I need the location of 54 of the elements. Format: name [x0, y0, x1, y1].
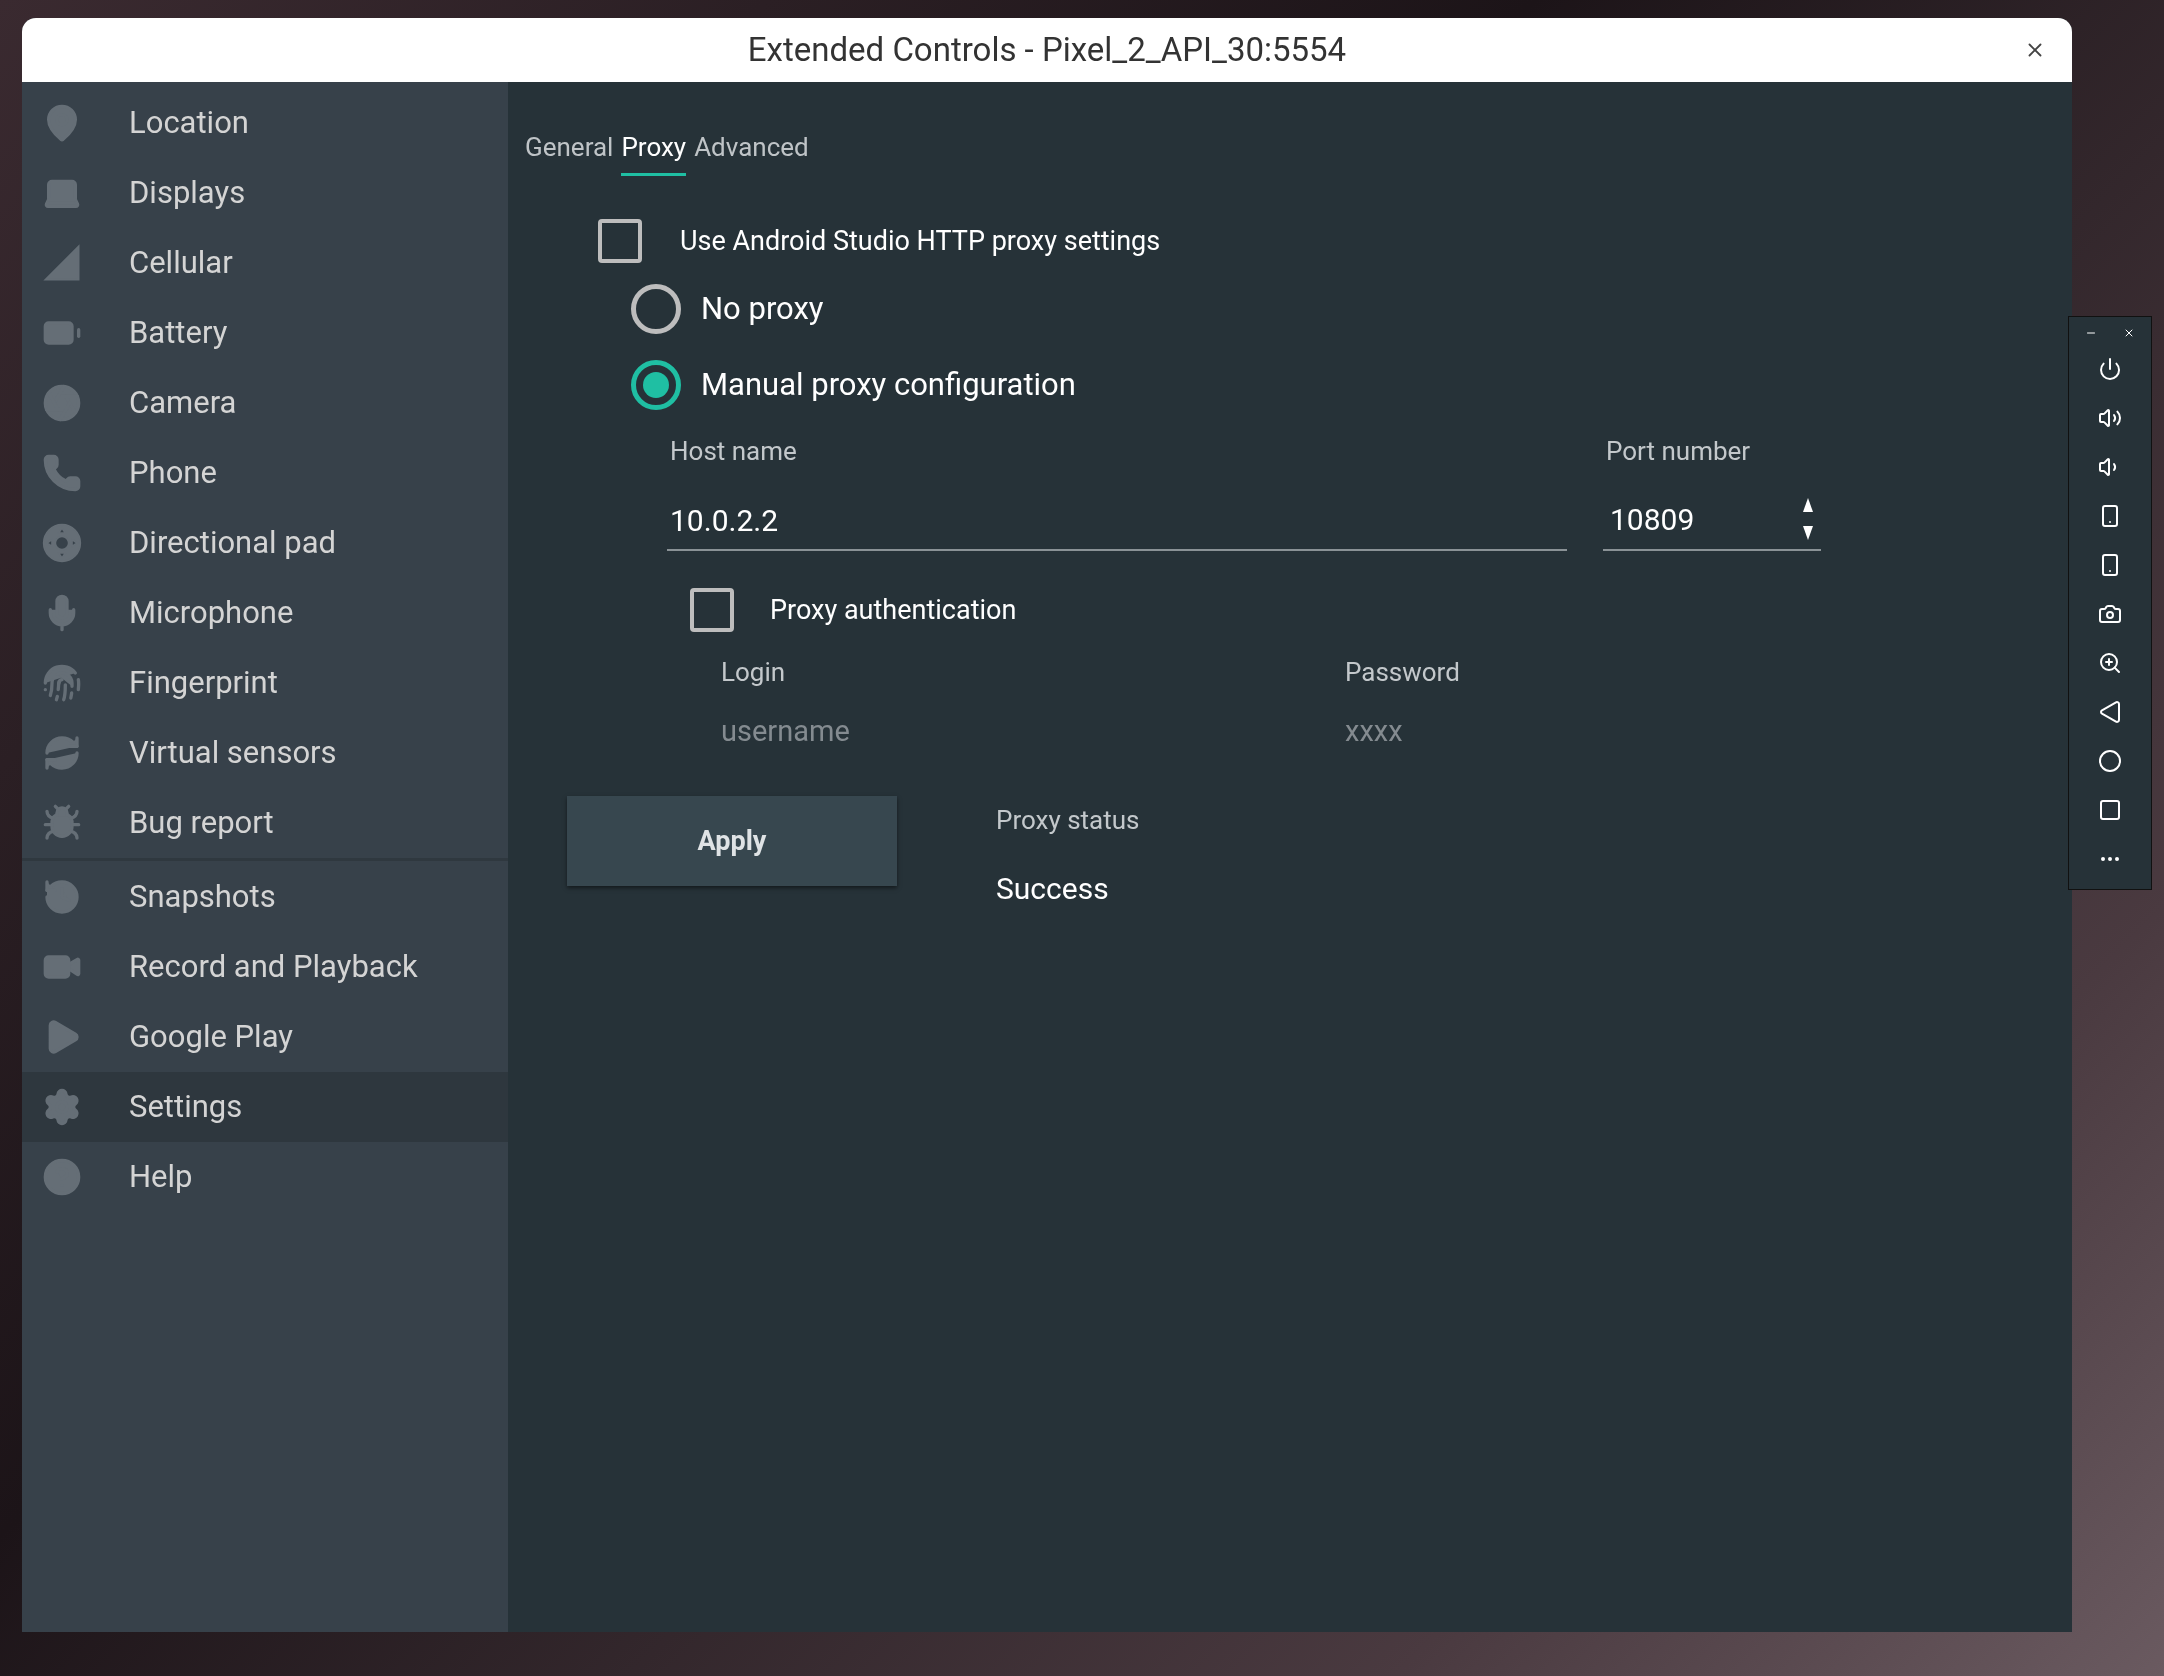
sidebar-item[interactable]: Camera — [22, 368, 508, 438]
rotate-icon — [42, 733, 82, 773]
home-icon[interactable] — [2098, 749, 2122, 773]
up-arrow-icon[interactable] — [1803, 498, 1813, 512]
checkbox[interactable] — [690, 588, 734, 632]
sidebar-item[interactable]: Virtual sensors — [22, 718, 508, 788]
tab[interactable]: General — [525, 128, 614, 176]
checkbox-label: Use Android Studio HTTP proxy settings — [680, 223, 1161, 259]
sidebar-item[interactable]: Google Play — [22, 1002, 508, 1072]
sidebar-item[interactable]: Help — [22, 1142, 508, 1212]
number-field[interactable]: 10809 — [1603, 489, 1821, 551]
close-icon[interactable] — [2123, 327, 2135, 339]
power-icon[interactable] — [2098, 357, 2122, 381]
input-field[interactable]: xxxx — [1345, 706, 1905, 756]
sidebar-item[interactable]: Battery — [22, 298, 508, 368]
tab[interactable]: Advanced — [694, 128, 809, 176]
sidebar-item[interactable]: Bug report — [22, 788, 508, 858]
sidebar-item[interactable]: Microphone — [22, 578, 508, 648]
sidebar-item[interactable]: Phone — [22, 438, 508, 508]
volume-up-icon[interactable] — [2098, 406, 2122, 430]
sidebar-item[interactable]: Directional pad — [22, 508, 508, 578]
checkbox-label: Proxy authentication — [770, 592, 1017, 628]
square-icon[interactable] — [2098, 798, 2122, 822]
down-arrow-icon[interactable] — [1803, 526, 1813, 540]
input-field[interactable]: username — [721, 706, 1281, 756]
status-label: Proxy status — [996, 804, 1140, 837]
field-label: Host name — [670, 435, 798, 468]
signal-icon — [42, 243, 82, 283]
radio-label: No proxy — [701, 288, 824, 329]
field-label: Password — [1345, 656, 1461, 689]
sidebar-item[interactable]: Fingerprint — [22, 648, 508, 718]
fingerprint-icon — [42, 663, 82, 703]
sidebar-item[interactable]: Displays — [22, 158, 508, 228]
dpad-icon — [42, 523, 82, 563]
phone-icon — [42, 453, 82, 493]
sidebar-item[interactable]: Record and Playback — [22, 932, 508, 1002]
checkbox[interactable] — [598, 219, 642, 263]
radio-button[interactable] — [631, 284, 681, 334]
radio-label: Manual proxy configuration — [701, 364, 1076, 405]
status-value: Success — [996, 870, 1110, 908]
input-field[interactable]: 10.0.2.2 — [667, 491, 1567, 551]
apply-button[interactable]: Apply — [567, 796, 897, 886]
window-title: Extended Controls - Pixel_2_API_30:5554 — [747, 29, 1347, 72]
sidebar-item[interactable]: Snapshots — [22, 862, 508, 932]
sidebar-item[interactable]: Cellular — [22, 228, 508, 298]
back-icon[interactable] — [2098, 700, 2122, 724]
sidebar-item[interactable]: Location — [22, 88, 508, 158]
camera-icon[interactable] — [2098, 602, 2122, 626]
tab[interactable]: Proxy — [621, 128, 687, 176]
zoom-icon[interactable] — [2098, 651, 2122, 675]
radio-button[interactable] — [631, 360, 681, 410]
field-label: Port number — [1606, 435, 1752, 468]
sidebar-item[interactable]: Settings — [22, 1072, 508, 1142]
field-label: Login — [721, 656, 787, 689]
